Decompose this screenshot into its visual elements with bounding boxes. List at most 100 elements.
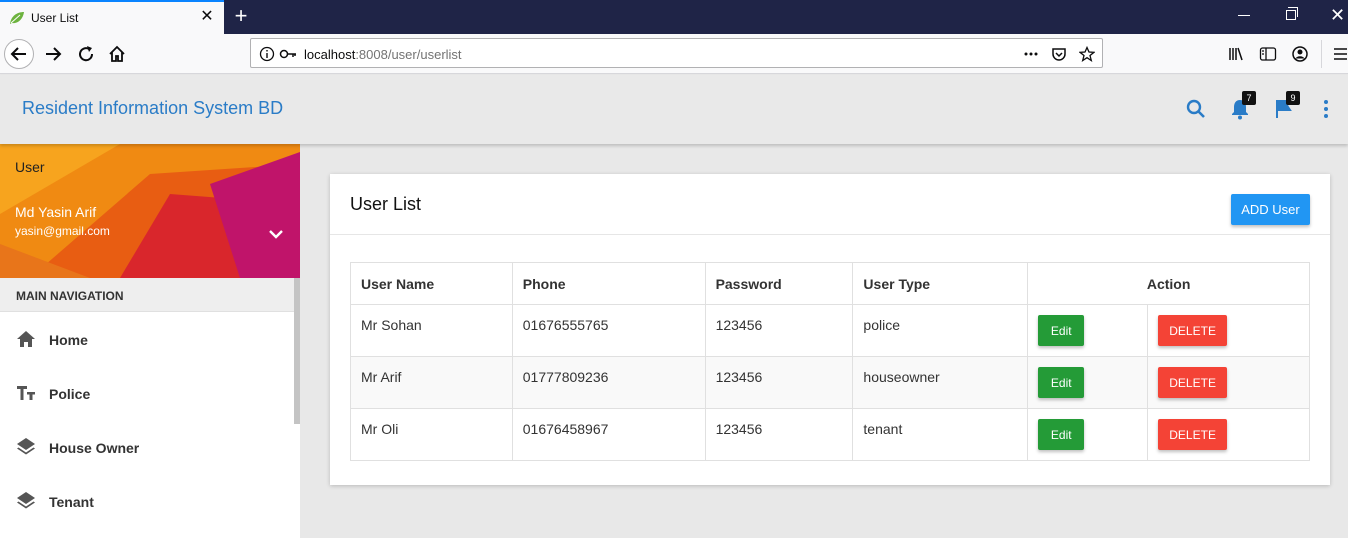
cell-delete: DELETE [1147,304,1310,357]
url-host: localhost [304,47,356,62]
cell-user-name: Mr Oli [350,408,513,461]
user-name: Md Yasin Arif [15,204,97,220]
cell-password: 123456 [704,304,854,357]
cell-user-name: Mr Sohan [350,304,513,357]
card-divider [330,234,1330,235]
column-header-phone: Phone [511,262,706,305]
pocket-icon[interactable] [1051,46,1067,62]
user-role: User [15,159,45,175]
table-row: Mr Arif 01777809236 123456 houseowner Ed… [350,356,1310,409]
bookmark-star-icon[interactable] [1079,46,1095,62]
table-row: Mr Oli 01676458967 123456 tenant Edit DE… [350,408,1310,461]
window-minimize-button[interactable] [1238,15,1250,16]
cell-phone: 01676555765 [511,304,706,357]
key-icon[interactable] [279,46,297,62]
leaf-favicon-icon [10,12,24,24]
cell-password: 123456 [704,356,854,409]
tab-close-icon[interactable]: ✕ [200,9,214,25]
edit-button[interactable]: Edit [1038,315,1085,346]
cell-phone: 01777809236 [511,356,706,409]
cell-phone: 01676458967 [511,408,706,461]
url-text[interactable]: localhost:8008/user/userlist [304,47,462,62]
column-header-user-name: User Name [350,262,513,305]
column-header-password: Password [704,262,854,305]
cell-delete: DELETE [1147,356,1310,409]
home-button[interactable] [102,39,132,69]
delete-button[interactable]: DELETE [1158,315,1228,346]
layers-icon [17,492,35,509]
more-options-button[interactable] [1314,97,1338,121]
nav-header-label: MAIN NAVIGATION [16,289,124,303]
house-icon [109,45,125,62]
column-header-action: Action [1027,262,1310,305]
home-icon [17,331,35,347]
main-navigation-header: MAIN NAVIGATION [0,278,300,312]
notifications-button[interactable]: 7 [1228,91,1256,121]
sidebar-item-label: Police [49,386,91,402]
url-path: :8008/user/userlist [355,47,462,62]
browser-tab-bar: User List ✕ + ✕ [0,0,1348,34]
delete-button[interactable]: DELETE [1158,419,1228,450]
arrow-right-icon [46,47,62,61]
cell-user-type: houseowner [852,356,1029,409]
arrow-left-icon [10,47,26,61]
cell-user-name: Mr Arif [350,356,513,409]
cell-edit: Edit [1027,304,1149,357]
new-tab-button[interactable]: + [231,5,251,27]
add-user-button[interactable]: ADD User [1231,194,1310,225]
back-button[interactable] [4,39,34,69]
search-icon [1186,99,1205,118]
delete-button[interactable]: DELETE [1158,367,1228,398]
app-header: Resident Information System BD 7 9 [0,75,1348,144]
more-vertical-icon [1324,100,1328,118]
table-row: Mr Sohan 01676555765 123456 police Edit … [350,304,1310,357]
sidebar-item-police[interactable]: Police [0,366,294,420]
search-button[interactable] [1184,97,1208,121]
page-actions-icon[interactable] [1023,46,1039,62]
cell-password: 123456 [704,408,854,461]
toolbar-separator [1321,40,1322,68]
sidebar-item-home[interactable]: Home [0,312,294,366]
cell-delete: DELETE [1147,408,1310,461]
layers-icon [17,438,35,455]
sidebar-toggle-icon[interactable] [1259,46,1277,62]
flags-badge: 9 [1286,91,1300,105]
cell-user-type: tenant [852,408,1029,461]
sidebar-item-label: Tenant [49,494,94,510]
user-table: User Name Phone Password User Type Actio… [350,262,1310,461]
browser-nav-bar: localhost:8008/user/userlist [0,34,1348,74]
account-icon[interactable] [1291,45,1309,63]
page-title: User List [350,194,422,214]
window-restore-button[interactable] [1286,7,1298,20]
cell-edit: Edit [1027,408,1149,461]
app-title[interactable]: Resident Information System BD [22,98,283,119]
library-icon[interactable] [1228,46,1244,62]
flags-button[interactable]: 9 [1272,91,1300,121]
chevron-down-icon[interactable] [266,224,286,244]
address-bar[interactable]: localhost:8008/user/userlist [250,38,1103,68]
text-fields-icon [17,386,35,400]
user-list-card: User List ADD User User Name Phone Passw… [330,174,1330,485]
table-header-row: User Name Phone Password User Type Actio… [350,262,1310,305]
forward-button[interactable] [38,39,68,69]
edit-button[interactable]: Edit [1038,419,1085,450]
tab-title: User List [31,11,79,25]
reload-button[interactable] [71,39,101,69]
notifications-badge: 7 [1242,91,1256,105]
user-email: yasin@gmail.com [15,224,110,238]
sidebar: User Md Yasin Arif yasin@gmail.com MAIN … [0,144,300,538]
info-icon[interactable] [259,46,275,62]
browser-tab[interactable]: User List ✕ [0,0,224,34]
user-info-panel: User Md Yasin Arif yasin@gmail.com [0,144,300,278]
menu-hamburger-icon[interactable] [1333,46,1347,62]
edit-button[interactable]: Edit [1038,367,1085,398]
sidebar-item-tenant[interactable]: Tenant [0,474,294,528]
cell-user-type: police [852,304,1029,357]
sidebar-item-house-owner[interactable]: House Owner [0,420,294,474]
sidebar-item-label: House Owner [49,440,140,456]
sidebar-scrollbar[interactable] [294,278,300,424]
cell-edit: Edit [1027,356,1149,409]
column-header-user-type: User Type [852,262,1029,305]
sidebar-item-label: Home [49,332,88,348]
window-close-button[interactable]: ✕ [1330,6,1345,24]
